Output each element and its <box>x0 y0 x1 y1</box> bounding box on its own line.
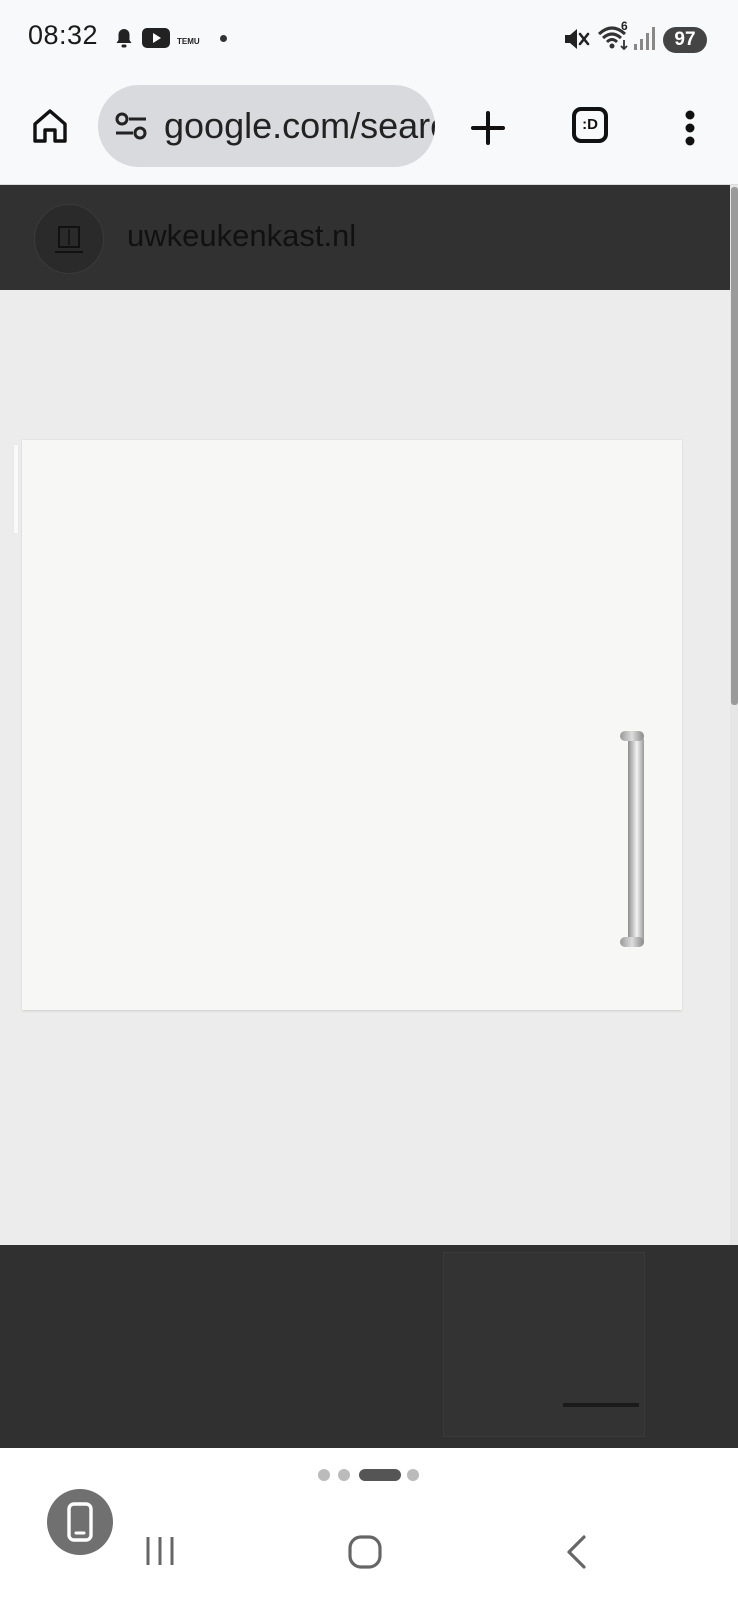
temu-label: TEMU <box>177 37 200 46</box>
status-time: 08:32 <box>28 20 99 50</box>
wifi-6-icon: 6 <box>597 19 631 57</box>
temu-icon: TEMU <box>177 28 200 46</box>
preview-handle <box>563 1403 639 1407</box>
recents-icon[interactable] <box>140 1533 180 1569</box>
more-menu-icon[interactable] <box>672 106 708 150</box>
pager-dot-2[interactable] <box>338 1469 350 1481</box>
home-icon[interactable] <box>28 104 72 148</box>
address-bar[interactable]: google.com/search <box>98 85 435 167</box>
notification-dot-icon <box>220 35 227 42</box>
preview-panel <box>443 1252 645 1437</box>
pager-dot-4[interactable] <box>407 1469 419 1481</box>
wifi-badge: 6 <box>621 19 628 33</box>
handle-cap-top <box>620 731 644 741</box>
handle-cap-bottom <box>620 937 644 947</box>
tab-switcher-icon[interactable]: :D <box>572 107 608 143</box>
pager-dot-1[interactable] <box>318 1469 330 1481</box>
door-edge <box>14 445 18 533</box>
home-nav-icon[interactable] <box>343 1530 387 1574</box>
signal-icon <box>634 26 658 57</box>
mute-icon <box>563 26 591 57</box>
battery-indicator: 97 <box>663 27 707 53</box>
door-handle <box>628 733 644 947</box>
phone-icon[interactable] <box>47 1489 113 1555</box>
youtube-icon <box>142 28 170 53</box>
back-icon[interactable] <box>558 1530 594 1574</box>
site-header <box>0 185 730 290</box>
url-text: google.com/search <box>164 105 435 146</box>
status-bar: 08:32 TEMU 6 97 <box>0 0 738 80</box>
pager-dot-active[interactable] <box>359 1469 401 1481</box>
scrollbar-thumb[interactable] <box>731 187 738 705</box>
cabinet-door <box>22 440 682 1010</box>
tab-count: :D <box>582 116 598 133</box>
site-logo[interactable] <box>34 204 104 274</box>
new-tab-icon[interactable] <box>466 106 510 150</box>
tune-icon[interactable] <box>114 111 148 146</box>
site-name[interactable]: uwkeukenkast.nl <box>127 218 356 254</box>
bell-icon <box>114 27 134 54</box>
